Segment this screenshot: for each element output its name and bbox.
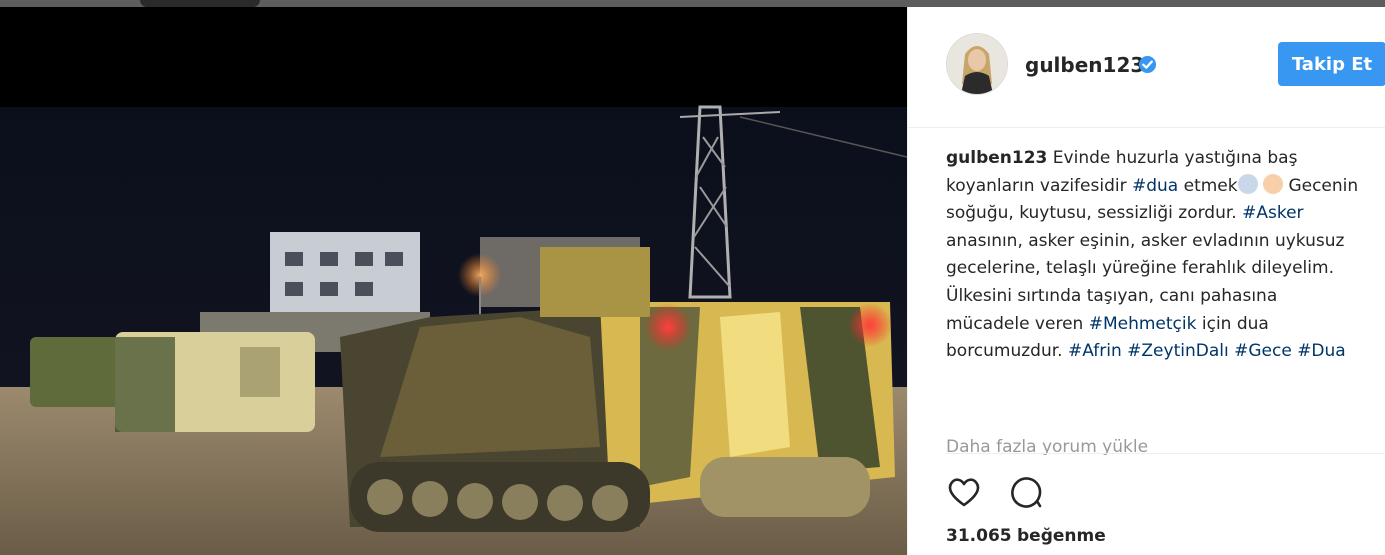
caption-text: etmek [1183,175,1238,196]
hashtag-asker[interactable]: #Asker [1242,203,1303,223]
hashtag-gece[interactable]: #Gece [1234,341,1292,361]
follow-button[interactable]: Takip Et [1278,42,1385,86]
post-photo-image [0,7,907,555]
hashtag-zeytindali[interactable]: #ZeytinDalı [1127,341,1229,361]
praying-hands-emoji-icon [1263,173,1284,194]
heart-icon[interactable] [946,474,982,510]
likes-number: 31.065 [946,526,1012,546]
hashtag-dua-2[interactable]: #Dua [1297,341,1346,361]
post-caption: gulben123 Evinde huzurla yastığına baş k… [946,145,1366,366]
hashtag-afrin[interactable]: #Afrin [1068,341,1122,361]
likes-count[interactable]: 31.065 beğenme [946,526,1106,546]
praying-hands-emoji-icon [1237,173,1258,194]
avatar-image [947,34,1007,94]
post-username[interactable]: gulben123 [1025,53,1144,77]
top-strip [0,0,1385,7]
hashtag-mehmetcik[interactable]: #Mehmetçik [1089,314,1197,334]
caption-username[interactable]: gulben123 [946,148,1047,168]
post-panel: gulben123 Takip Et gulben123 Evinde huzu… [907,7,1385,555]
divider [946,453,1385,454]
avatar[interactable] [946,33,1008,95]
likes-label: beğenme [1017,526,1106,546]
hashtag-dua[interactable]: #dua [1132,176,1178,196]
verified-badge-icon [1138,55,1157,74]
comment-bubble-icon[interactable] [1008,474,1044,510]
post-header: gulben123 Takip Et [908,7,1385,128]
top-strip-shadow [140,0,260,7]
post-photo[interactable] [0,7,907,555]
